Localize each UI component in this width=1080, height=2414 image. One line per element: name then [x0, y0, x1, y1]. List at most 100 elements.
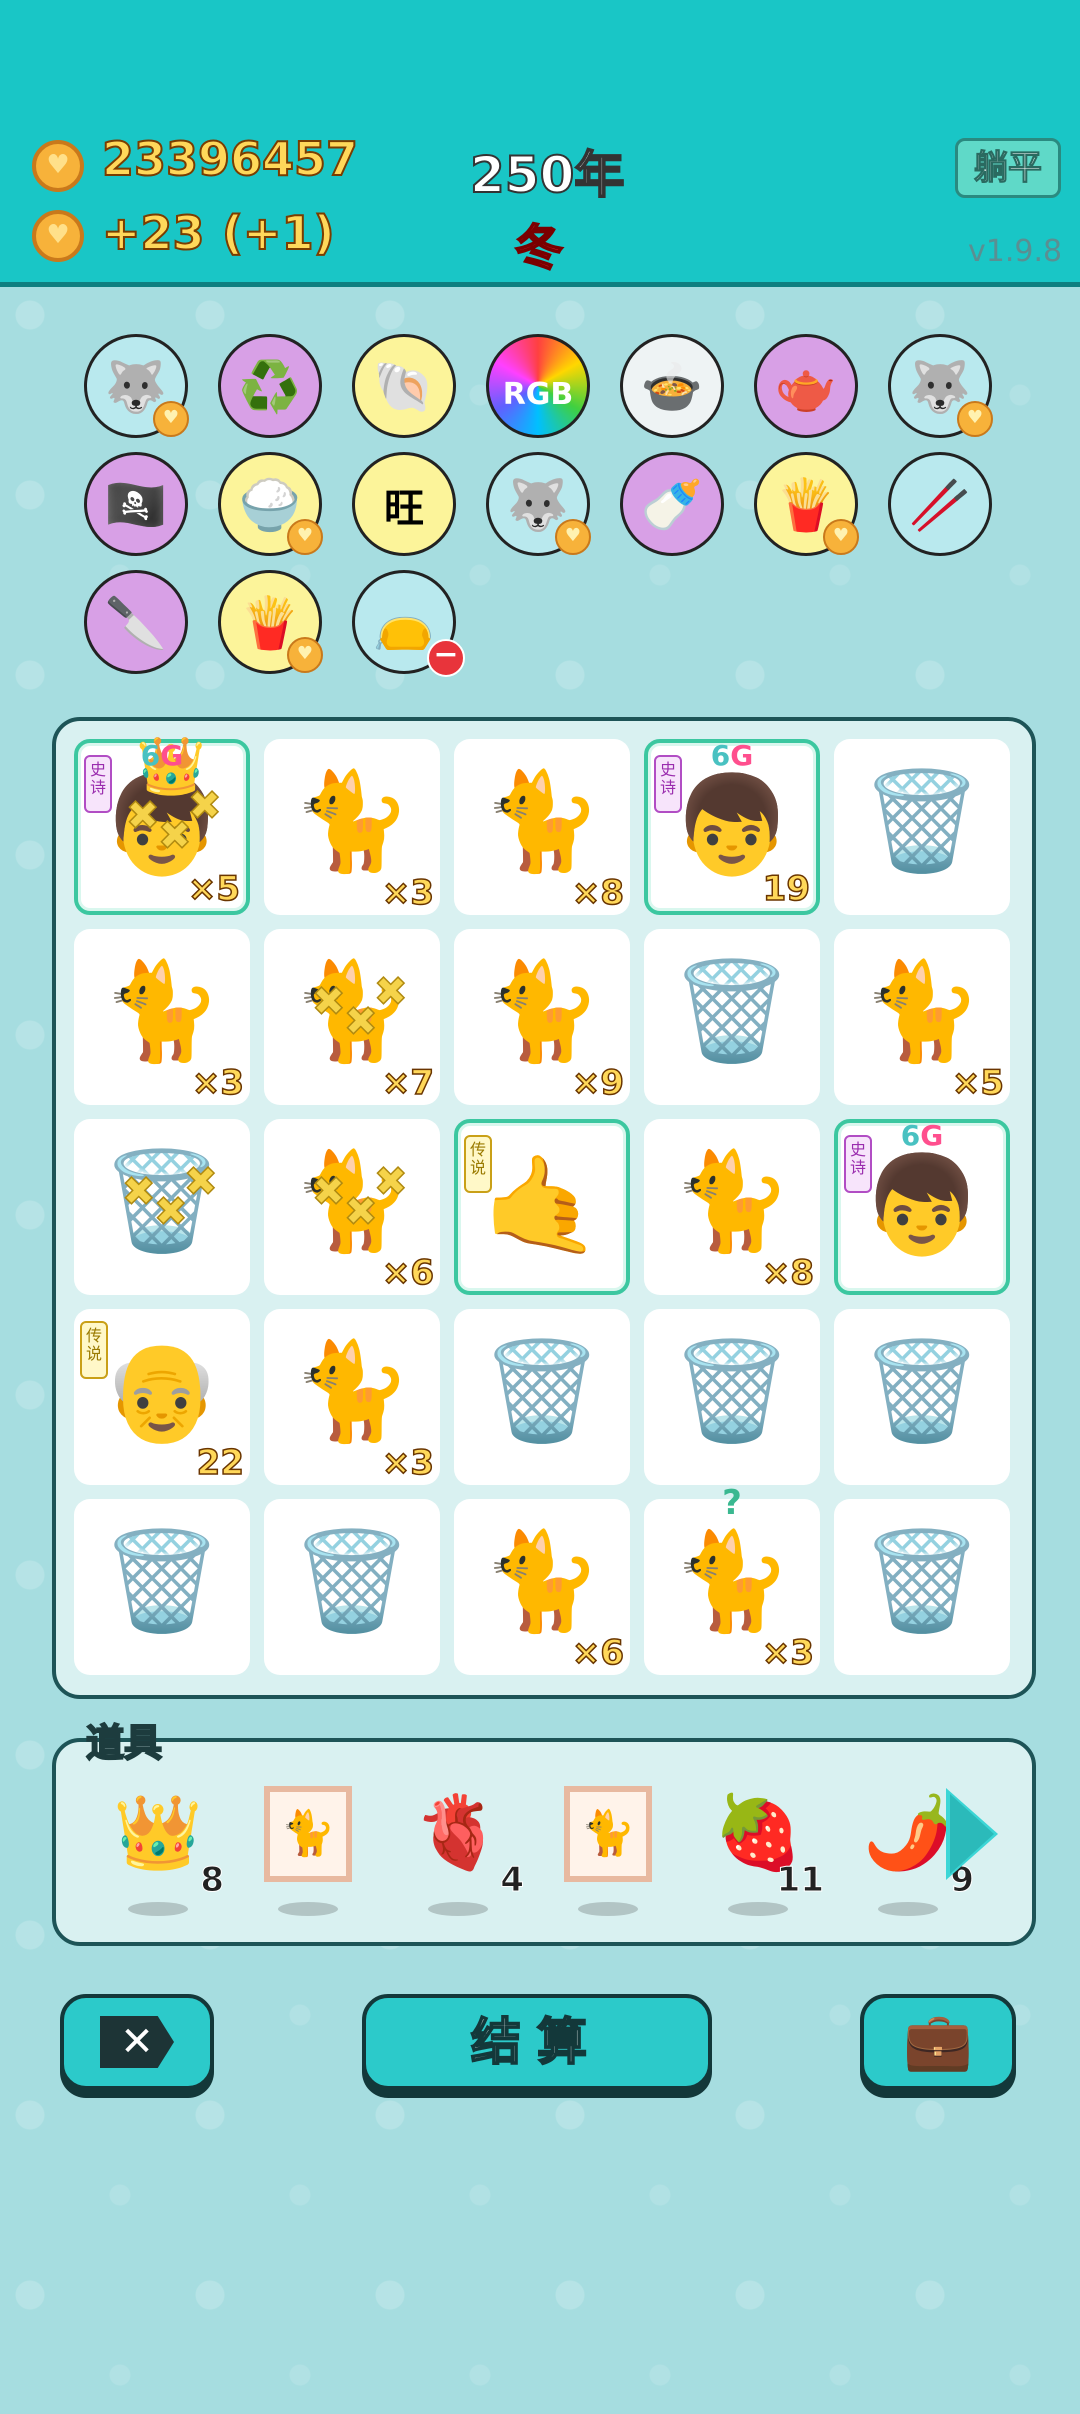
epic-tag: 史诗 — [654, 755, 682, 813]
board-cell-bag[interactable]: 🗑️ — [454, 1309, 630, 1485]
breast-pump-icon: 🍼 — [640, 476, 704, 534]
breast-pump-item[interactable]: 🍼 — [620, 452, 724, 556]
close-icon: ✕ — [100, 2016, 174, 2068]
picture-frame-icon: 🐈 — [564, 1786, 652, 1882]
board-cell-king[interactable]: 👦 👑 6G 史诗 ✖ ✖ ✖ ×5 — [74, 734, 250, 915]
cell-count: ×3 — [761, 1632, 815, 1674]
gold-bonus: (+1) — [221, 205, 336, 261]
cross-mark-icon: ✖ — [187, 782, 222, 830]
cell-count: ×8 — [571, 872, 625, 914]
shell-item[interactable]: 🐚 — [352, 334, 456, 438]
close-button[interactable]: ✕ — [60, 1994, 214, 2090]
shell-icon: 🐚 — [372, 358, 436, 416]
husky-dog-item[interactable]: 🐺 ♥ — [84, 334, 189, 438]
chopsticks-icon: 🥢 — [908, 476, 972, 534]
husky-dog-2-item[interactable]: 🐺 ♥ — [888, 334, 993, 438]
sack-item[interactable]: 👝 − — [352, 570, 465, 677]
settle-button[interactable]: 结算 — [362, 1994, 712, 2090]
cell-count: ×3 — [381, 872, 435, 914]
pot-duck-icon: 🍲 — [640, 358, 704, 416]
board-cell-cat[interactable]: 🐈 ×5 — [834, 929, 1010, 1105]
cross-mark-icon: ✖ — [373, 1158, 408, 1206]
tool-shadow — [878, 1902, 938, 1916]
rice-bowl-item[interactable]: 🍚 ♥ — [218, 452, 323, 556]
board-cell-bag[interactable]: 🗑️ — [74, 1499, 250, 1675]
fries-2-item[interactable]: 🍟 ♥ — [218, 570, 323, 674]
bag-icon: 🗑️ — [672, 1335, 792, 1447]
eyepatch-item[interactable]: 🏴‍☠️ — [84, 452, 188, 556]
tool-shadow — [428, 1902, 488, 1916]
liver-tool[interactable]: 🫀 4 — [398, 1782, 524, 1916]
board-cell-grandpa[interactable]: 👴 传说 22 — [74, 1309, 250, 1485]
briefcase-button[interactable]: 💼 — [860, 1994, 1016, 2090]
board-cell-bag[interactable]: 🗑️ — [264, 1499, 440, 1675]
board-cell-cat[interactable]: 🐈 ✖ ✖ ✖ ×6 — [264, 1119, 440, 1295]
board-cell-bag[interactable]: 🗑️ — [644, 929, 820, 1105]
strawberry-tool[interactable]: 🍓 11 — [698, 1782, 825, 1916]
cross-mark-icon: ✖ — [343, 1188, 378, 1236]
tool-count: 11 — [776, 1860, 824, 1901]
cat-frame-tool[interactable]: 🐈 — [248, 1782, 368, 1916]
board-cell-cat[interactable]: 🐈 ×8 — [644, 1119, 820, 1295]
board-cell-bag[interactable]: 🗑️ — [834, 1499, 1010, 1675]
fries-item[interactable]: 🍟 ♥ — [754, 452, 859, 556]
board-cell-cat[interactable]: 🐈 ✖ ✖ ✖ ×7 — [264, 929, 440, 1105]
legend-tag: 传说 — [80, 1321, 108, 1379]
game-board: 👦 👑 6G 史诗 ✖ ✖ ✖ ×5 🐈 ×3 🐈 ×8 👦 6G 史诗 19 🗑️ 🐈 ×3 🐈 ✖ ✖ ✖ ×7 🐈 ×9 🗑️… — [52, 717, 1036, 1699]
cleaver-icon: 🔪 — [104, 594, 168, 652]
gravy-boat-item[interactable]: 🫖 — [754, 334, 858, 438]
bag-icon: 🗑️ — [862, 1335, 982, 1447]
bag-icon: 🗑️ — [862, 765, 982, 877]
heart-badge-icon: ♥ — [823, 519, 859, 555]
bag-icon: 🗑️ — [292, 1525, 412, 1637]
board-cell-bag[interactable]: 🗑️ ✖ ✖ ✖ — [74, 1119, 250, 1295]
tool-count: 8 — [200, 1860, 225, 1901]
board-cell-cat[interactable]: 🐈 ×3 — [264, 1309, 440, 1485]
coin-icon — [32, 140, 84, 192]
chopsticks-item[interactable]: 🥢 — [888, 452, 992, 556]
board-cell-cat[interactable]: 🐈 ×6 — [454, 1499, 630, 1675]
recycle-item[interactable]: ♻️ — [218, 334, 322, 438]
cat-icon: 🐈 — [102, 955, 222, 1067]
board-cell-cat[interactable]: 🐈 ×3 — [264, 739, 440, 915]
heart-badge-icon: ♥ — [555, 519, 591, 555]
board-cell-hand[interactable]: 🤙 传说 — [454, 1119, 630, 1295]
board-cell-boy[interactable]: 👦 6G 史诗 — [834, 1119, 1010, 1295]
pot-duck-item[interactable]: 🍲 — [620, 334, 724, 438]
board-cell-cat[interactable]: 🐈 ×9 — [454, 929, 630, 1105]
lie-flat-button[interactable]: 躺平 — [955, 138, 1061, 198]
cross-mark-icon: ✖ — [373, 968, 408, 1016]
crown-tool[interactable]: 👑 8 — [98, 1782, 224, 1916]
board-cell-boy[interactable]: 👦 6G 史诗 19 — [644, 739, 820, 915]
epic-tag: 史诗 — [84, 755, 112, 813]
gravy-boat-icon: 🫖 — [774, 358, 838, 416]
eyepatch-icon: 🏴‍☠️ — [104, 476, 168, 534]
board-cell-bag[interactable]: 🗑️ — [834, 739, 1010, 915]
cat-icon: 🐈 — [862, 955, 982, 1067]
rgb-icon: RGB — [502, 377, 574, 412]
cross-mark-icon: ✖ — [183, 1158, 218, 1206]
gold-total: 23396457 — [101, 131, 359, 187]
cross-mark-icon: ✖ — [157, 812, 192, 860]
board-cell-bag[interactable]: 🗑️ — [644, 1309, 820, 1485]
remove-icon[interactable]: − — [427, 639, 465, 677]
next-arrow-icon[interactable] — [946, 1788, 998, 1880]
board-cell-cat[interactable]: 🐈 ×3 — [74, 929, 250, 1105]
husky-dog-3-item[interactable]: 🐺 ♥ — [486, 452, 591, 556]
tool-shadow — [728, 1902, 788, 1916]
top-bar: 23396457 +23 (+1) 250年 冬 躺平 v1.9.8 — [0, 0, 1080, 287]
cell-count: ×8 — [761, 1252, 815, 1294]
bag-icon: 🗑️ — [862, 1525, 982, 1637]
cleaver-item[interactable]: 🔪 — [84, 570, 188, 674]
cat-icon: 🐈 — [672, 1145, 792, 1257]
tool-shadow — [278, 1902, 338, 1916]
board-cell-cat[interactable]: 🐈? ×3 — [644, 1483, 820, 1675]
board-cell-cat[interactable]: 🐈 ×8 — [454, 739, 630, 915]
cat-frame-2-tool[interactable]: 🐈 — [548, 1782, 668, 1916]
wang-tiles-item[interactable]: 旺 — [352, 452, 456, 556]
board-cell-bag[interactable]: 🗑️ — [834, 1309, 1010, 1485]
heart-badge-icon: ♥ — [957, 401, 993, 437]
cross-mark-icon: ✖ — [311, 978, 346, 1026]
cell-count: ×6 — [571, 1632, 625, 1674]
rgb-item[interactable]: RGB — [486, 334, 590, 438]
